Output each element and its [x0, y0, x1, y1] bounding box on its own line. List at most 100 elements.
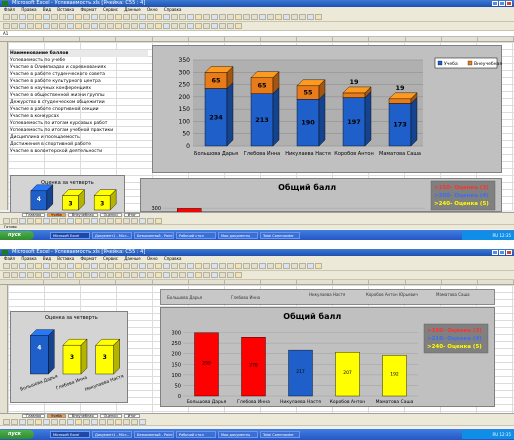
toolbar-button[interactable] [75, 23, 82, 29]
toolbar-button[interactable] [163, 23, 170, 29]
toolbar-button[interactable] [147, 263, 154, 269]
toolbar-button[interactable] [259, 14, 266, 20]
toolbar-button[interactable] [211, 23, 218, 29]
toolbar-button[interactable] [99, 272, 106, 278]
toolbar-button[interactable] [67, 263, 74, 269]
toolbar-button[interactable] [51, 263, 58, 269]
toolbar-button[interactable] [11, 23, 18, 29]
toolbar-button[interactable] [35, 418, 42, 425]
menu-help[interactable]: Справка [164, 7, 182, 12]
toolbar-button[interactable] [227, 23, 234, 29]
toolbar-button[interactable] [67, 418, 74, 425]
toolbar-button[interactable] [291, 263, 298, 269]
toolbar-button[interactable] [67, 23, 74, 29]
toolbar-button[interactable] [11, 418, 18, 425]
toolbar-button[interactable] [187, 272, 194, 278]
toolbar-button[interactable] [211, 272, 218, 278]
task-item[interactable]: Документ1 - Micr... [92, 431, 132, 438]
toolbar-button[interactable] [75, 217, 82, 224]
menu-tools[interactable]: Сервис [103, 256, 118, 261]
toolbar-button[interactable] [235, 272, 242, 278]
menu-format[interactable]: Формат [80, 256, 96, 261]
toolbar-button[interactable] [139, 14, 146, 20]
toolbar-button[interactable] [99, 418, 106, 425]
toolbar-button[interactable] [43, 217, 50, 224]
toolbar-button[interactable] [11, 263, 18, 269]
toolbar-button[interactable] [3, 272, 10, 278]
task-item[interactable]: Total Commander [260, 231, 300, 239]
toolbar-button[interactable] [131, 217, 138, 224]
toolbar-button[interactable] [43, 263, 50, 269]
toolbar-button[interactable] [99, 217, 106, 224]
toolbar-button[interactable] [251, 263, 258, 269]
toolbar-button[interactable] [19, 263, 26, 269]
toolbar-button[interactable] [291, 14, 298, 20]
toolbar-button[interactable] [227, 263, 234, 269]
toolbar-button[interactable] [131, 272, 138, 278]
toolbar-button[interactable] [83, 263, 90, 269]
toolbar-button[interactable] [67, 272, 74, 278]
toolbar-button[interactable] [3, 23, 10, 29]
toolbar-button[interactable] [131, 263, 138, 269]
list-item[interactable]: Успеваемость по итогам учебной практики [10, 127, 148, 134]
close-button[interactable] [506, 250, 512, 255]
toolbar-button[interactable] [59, 217, 66, 224]
toolbar-button[interactable] [19, 418, 26, 425]
toolbar-button[interactable] [43, 14, 50, 20]
toolbar-button[interactable] [219, 14, 226, 20]
toolbar-button[interactable] [163, 272, 170, 278]
toolbar-button[interactable] [35, 14, 42, 20]
menu-edit[interactable]: Правка [21, 256, 36, 261]
toolbar-button[interactable] [91, 23, 98, 29]
list-item[interactable]: Успеваемость по учебе [10, 57, 148, 64]
toolbar-button[interactable] [123, 217, 130, 224]
toolbar-button[interactable] [307, 14, 314, 20]
toolbar-button[interactable] [83, 418, 90, 425]
toolbar-button[interactable] [219, 272, 226, 278]
maximize-button[interactable] [499, 250, 505, 255]
toolbar-button[interactable] [59, 14, 66, 20]
minimize-button[interactable] [492, 1, 498, 6]
menu-file[interactable]: Файл [4, 256, 15, 261]
toolbar-button[interactable] [59, 23, 66, 29]
toolbar-button[interactable] [83, 23, 90, 29]
list-item[interactable]: Дежурство в студенческом общежитии [10, 99, 148, 106]
student-name-cell[interactable]: Никулаева Настя [309, 292, 349, 297]
toolbar-button[interactable] [203, 14, 210, 20]
toolbar-button[interactable] [171, 14, 178, 20]
list-item[interactable]: Участие в работе спортивной секции [10, 106, 148, 113]
toolbar-button[interactable] [35, 272, 42, 278]
menu-insert[interactable]: Вставка [57, 7, 74, 12]
toolbar-button[interactable] [283, 263, 290, 269]
task-item[interactable]: Мои документы [218, 231, 258, 239]
toolbar-button[interactable] [219, 263, 226, 269]
toolbar-button[interactable] [155, 217, 162, 224]
toolbar-button[interactable] [147, 272, 154, 278]
menu-file[interactable]: Файл [4, 7, 15, 12]
toolbar-button[interactable] [107, 272, 114, 278]
toolbar-button[interactable] [147, 14, 154, 20]
toolbar-button[interactable] [203, 272, 210, 278]
toolbar-button[interactable] [35, 23, 42, 29]
toolbar-button[interactable] [123, 23, 130, 29]
toolbar-button[interactable] [51, 418, 58, 425]
toolbar-button[interactable] [147, 23, 154, 29]
toolbar-button[interactable] [11, 217, 18, 224]
toolbar-button[interactable] [43, 272, 50, 278]
toolbar-button[interactable] [107, 418, 114, 425]
toolbar-button[interactable] [27, 14, 34, 20]
toolbar-button[interactable] [91, 418, 98, 425]
toolbar-button[interactable] [67, 217, 74, 224]
toolbar-button[interactable] [115, 418, 122, 425]
toolbar-button[interactable] [107, 217, 114, 224]
toolbar-button[interactable] [275, 14, 282, 20]
toolbar-button[interactable] [195, 23, 202, 29]
minimize-button[interactable] [492, 250, 498, 255]
toolbar-button[interactable] [19, 217, 26, 224]
task-item[interactable]: Total Commander [260, 431, 300, 438]
toolbar-button[interactable] [51, 217, 58, 224]
toolbar-button[interactable] [83, 272, 90, 278]
toolbar-button[interactable] [139, 272, 146, 278]
list-item[interactable]: Участие в Олимпиадах и соревнованиях [10, 64, 148, 71]
name-box[interactable]: A1 [3, 31, 8, 36]
